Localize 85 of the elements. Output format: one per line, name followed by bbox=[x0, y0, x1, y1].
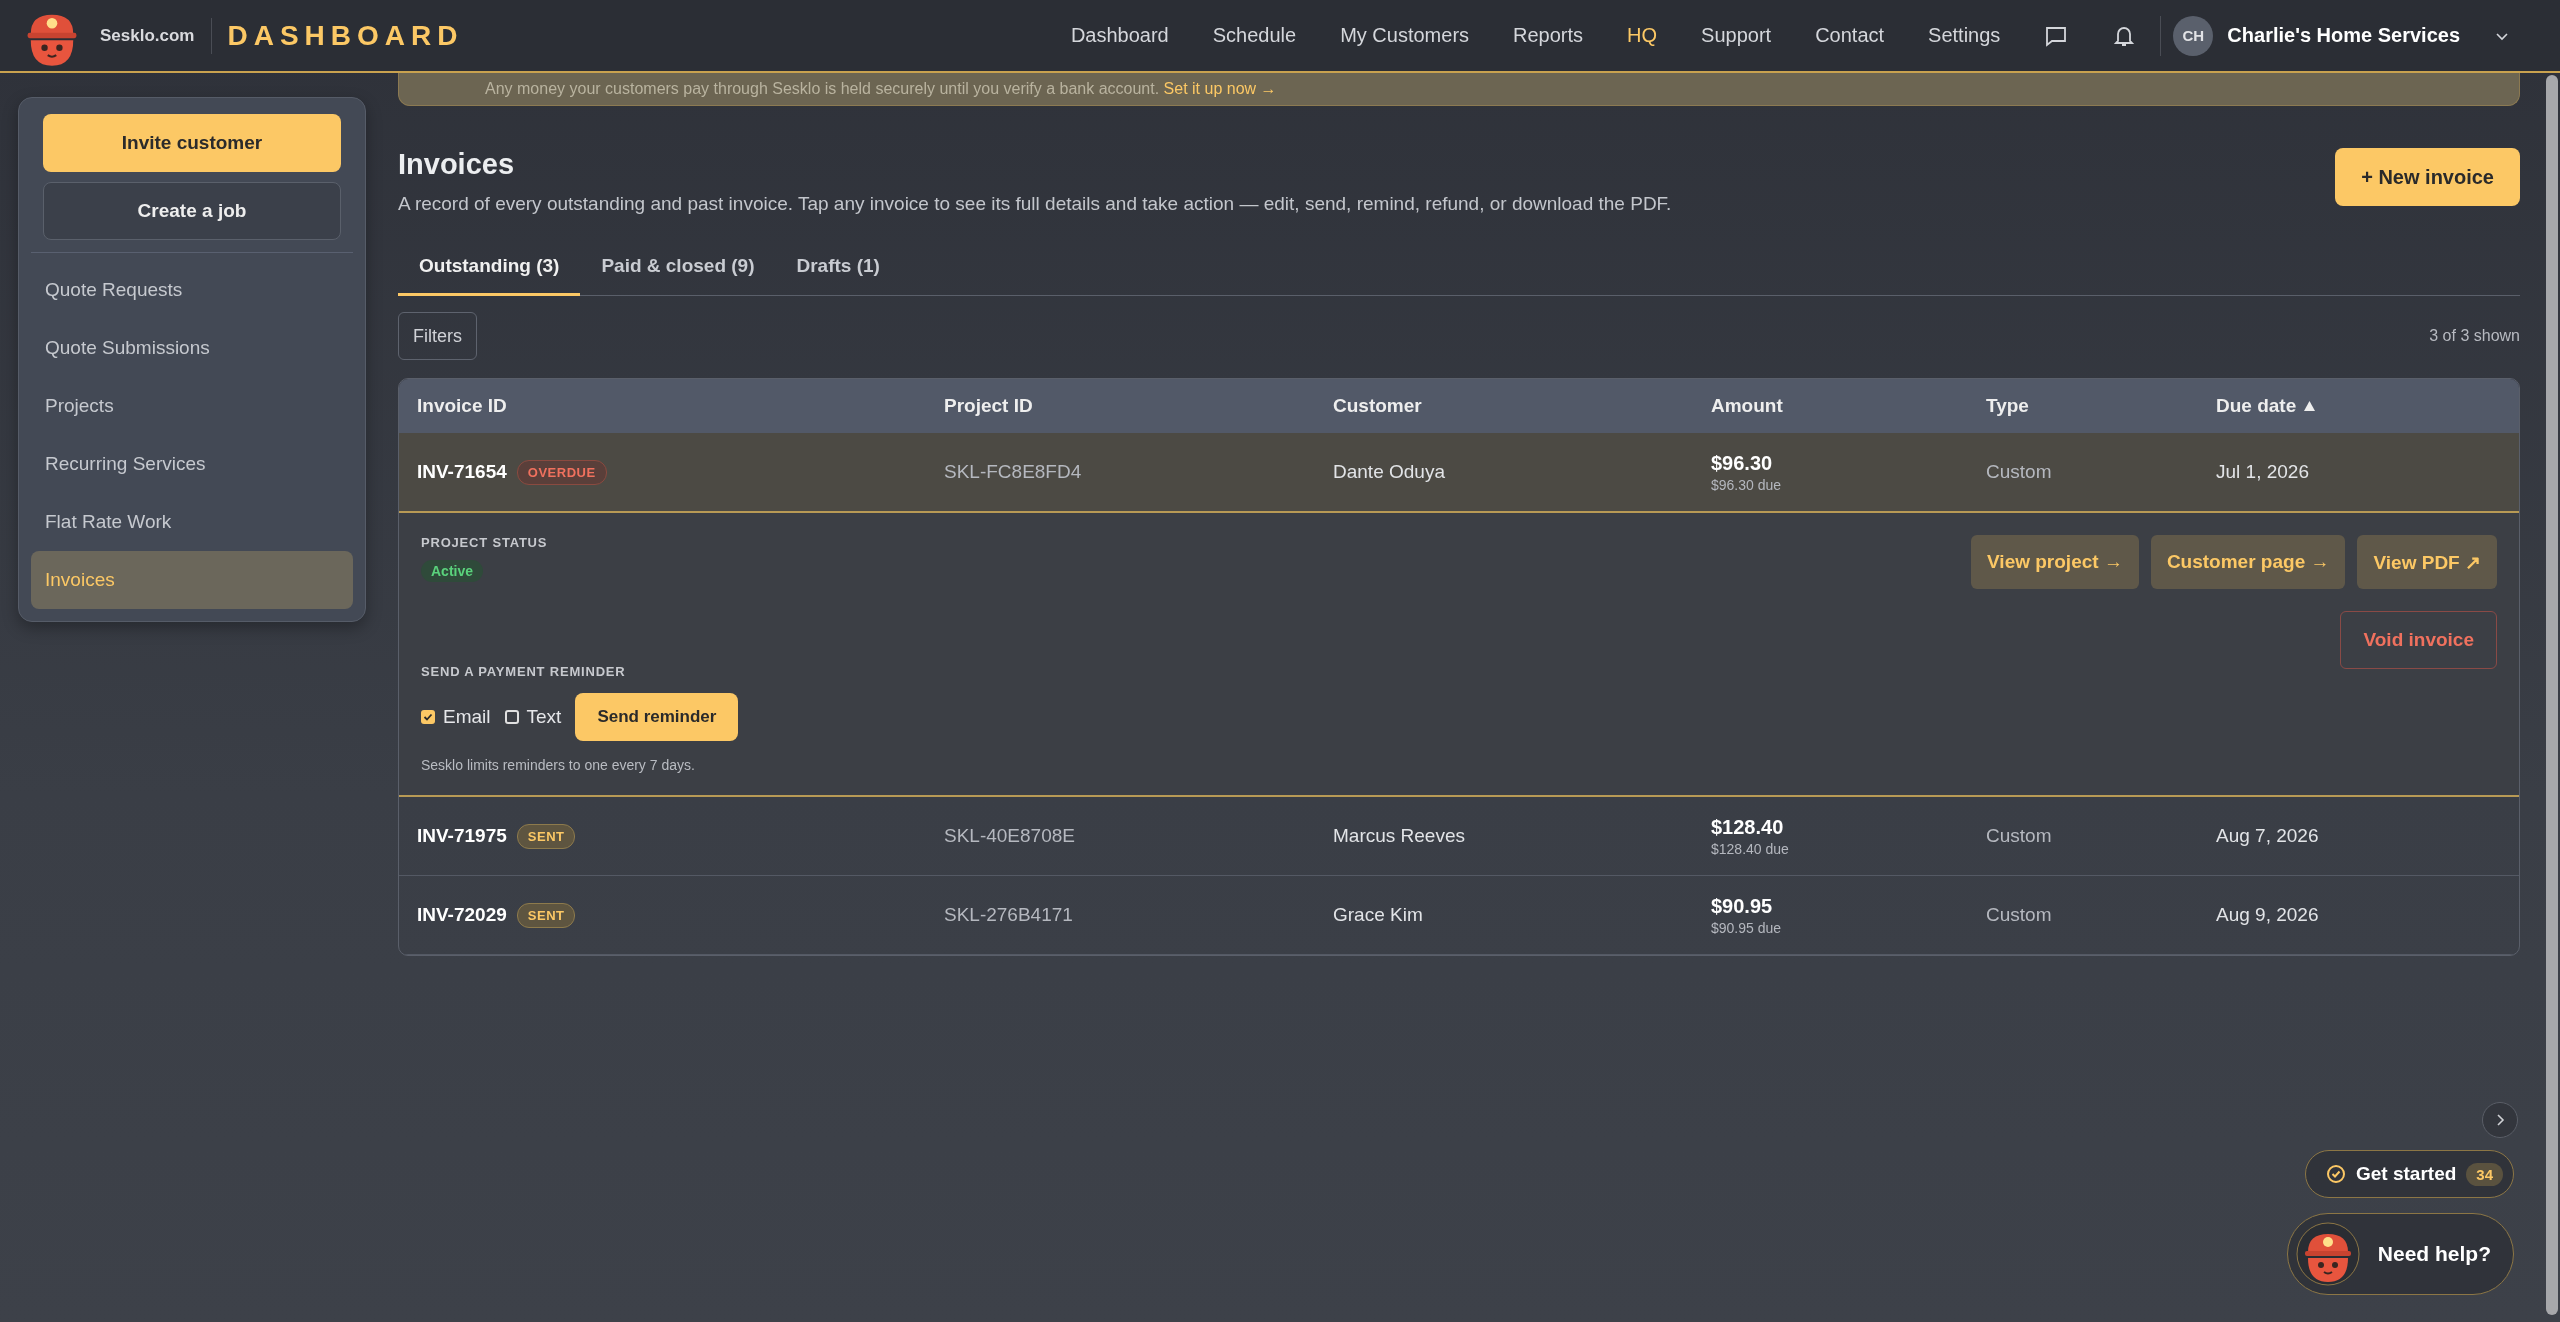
invoice-tab[interactable]: Drafts (1) bbox=[775, 255, 901, 296]
invoice-row[interactable]: INV-71654 OVERDUE SKL-FC8E8FD4 Dante Oduya $96.30 $96.30 due Custom Jul 1, 2026 bbox=[399, 433, 2519, 513]
amount-due: $96.30 due bbox=[1711, 476, 1783, 493]
invoice-id: INV-71975 bbox=[417, 825, 507, 847]
project-id: SKL-40E8708E bbox=[944, 825, 1075, 847]
nav-link[interactable]: Schedule bbox=[1212, 24, 1297, 47]
project-id: SKL-FC8E8FD4 bbox=[944, 461, 1082, 483]
detail-action-button[interactable]: Customer page → bbox=[2150, 535, 2346, 589]
sidebar-item[interactable]: Invoices bbox=[31, 551, 353, 609]
sidebar-item[interactable]: Flat Rate Work bbox=[31, 493, 353, 551]
sort-ascending-icon[interactable] bbox=[2304, 401, 2316, 411]
new-invoice-button[interactable]: + New invoice bbox=[2335, 148, 2520, 206]
due-date: Aug 7, 2026 bbox=[2216, 825, 2319, 847]
mascot-icon bbox=[2295, 1222, 2360, 1286]
nav-link[interactable]: Contact bbox=[1815, 24, 1885, 47]
nav-link[interactable]: Settings bbox=[1928, 24, 2001, 47]
account-name[interactable]: Charlie's Home Services bbox=[2227, 24, 2460, 47]
invoice-type: Custom bbox=[1986, 904, 2052, 926]
page-description: A record of every outstanding and past invoice. Tap any invoice to see its full details and take action — edit, send, remind, refund, or download the PDF. bbox=[398, 193, 1672, 215]
column-heading[interactable]: Amount bbox=[1711, 395, 1783, 417]
customer-name: Dante Oduya bbox=[1333, 461, 1445, 483]
checkbox[interactable] bbox=[421, 710, 435, 724]
nav-link[interactable]: Reports bbox=[1513, 24, 1584, 47]
invoice-row[interactable]: INV-71975 SENT SKL-40E8708E Marcus Reeves $128.40 $128.40 due Custom Aug 7, 2026 bbox=[399, 797, 2519, 876]
setup-link[interactable]: Set it up now → bbox=[1163, 80, 1277, 98]
amount-due: $90.95 due bbox=[1711, 919, 1783, 936]
filters-button[interactable]: Filters bbox=[398, 312, 477, 360]
section-label: SEND A PAYMENT REMINDER bbox=[421, 664, 627, 679]
invoice-tab[interactable]: Outstanding (3) bbox=[398, 255, 581, 296]
checkmark-icon bbox=[423, 712, 433, 722]
invoice-type: Custom bbox=[1986, 461, 2052, 483]
column-heading[interactable]: Customer bbox=[1333, 395, 1422, 417]
column-heading[interactable]: Invoice ID bbox=[417, 395, 507, 417]
scrollbar[interactable] bbox=[2546, 75, 2558, 1315]
invoice-amount: $90.95 bbox=[1711, 894, 1774, 918]
detail-action-button[interactable]: View PDF ↗ bbox=[2357, 535, 2497, 589]
column-heading[interactable]: Type bbox=[1986, 395, 2029, 417]
status-badge: SENT bbox=[516, 823, 576, 849]
get-started-button[interactable]: Get started 34 bbox=[2305, 1150, 2514, 1198]
due-date: Aug 9, 2026 bbox=[2216, 904, 2319, 926]
site-name[interactable]: Sesklo.com bbox=[100, 25, 195, 46]
shown-count: 3 of 3 shown bbox=[2429, 327, 2520, 345]
sidebar-item[interactable]: Quote Requests bbox=[31, 261, 353, 319]
amount-due: $128.40 due bbox=[1711, 840, 1790, 857]
invoice-id: INV-72029 bbox=[417, 904, 507, 926]
chevron-right-icon[interactable] bbox=[2482, 1102, 2518, 1138]
sidebar-item[interactable]: Recurring Services bbox=[31, 435, 353, 493]
invoice-type: Custom bbox=[1986, 825, 2052, 847]
sidebar-item[interactable]: Projects bbox=[31, 377, 353, 435]
nav-link[interactable]: Dashboard bbox=[1070, 24, 1169, 47]
customer-name: Marcus Reeves bbox=[1333, 825, 1465, 847]
invoice-amount: $128.40 bbox=[1711, 815, 1785, 839]
void-invoice-button[interactable]: Void invoice bbox=[2340, 611, 2497, 669]
sidebar-item[interactable]: Quote Submissions bbox=[31, 319, 353, 377]
customer-name: Grace Kim bbox=[1333, 904, 1423, 926]
detail-action-button[interactable]: View project → bbox=[1971, 535, 2139, 589]
status-badge: SENT bbox=[516, 902, 576, 928]
project-status-badge: Active bbox=[421, 560, 484, 582]
section-label: PROJECT STATUS bbox=[421, 535, 549, 550]
column-heading[interactable]: Due date bbox=[2216, 395, 2297, 417]
banner-text: Any money your customers pay through Sesklo is held securely until you verify a bank account. bbox=[485, 80, 1161, 98]
nav-link[interactable]: My Customers bbox=[1340, 24, 1470, 47]
check-circle-icon bbox=[2326, 1164, 2346, 1184]
status-badge: OVERDUE bbox=[516, 459, 607, 485]
checkbox-label[interactable]: Email bbox=[443, 706, 491, 728]
invoice-tab[interactable]: Paid & closed (9) bbox=[580, 255, 776, 296]
column-heading[interactable]: Project ID bbox=[944, 395, 1033, 417]
send-reminder-button[interactable]: Send reminder bbox=[575, 693, 739, 741]
reminder-note: Sesklo limits reminders to one every 7 days. bbox=[421, 757, 696, 773]
count-badge: 34 bbox=[2466, 1162, 2503, 1186]
help-button[interactable]: Need help? bbox=[2286, 1213, 2514, 1295]
checkbox-label[interactable]: Text bbox=[526, 706, 562, 728]
invoice-row[interactable]: INV-72029 SENT SKL-276B4171 Grace Kim $90.95 $90.95 due Custom Aug 9, 2026 bbox=[399, 876, 2519, 955]
account-avatar[interactable]: CH bbox=[2173, 15, 2214, 56]
dashboard-title: DASHBOARD bbox=[227, 19, 464, 52]
invoice-id: INV-71654 bbox=[417, 461, 507, 483]
nav-link[interactable]: HQ bbox=[1627, 24, 1658, 47]
project-id: SKL-276B4171 bbox=[944, 904, 1073, 926]
checkbox[interactable] bbox=[504, 710, 519, 724]
sidebar-action-button[interactable]: Invite customer bbox=[43, 114, 341, 172]
due-date: Jul 1, 2026 bbox=[2216, 461, 2309, 483]
sidebar-action-button[interactable]: Create a job bbox=[43, 182, 341, 240]
invoice-amount: $96.30 bbox=[1711, 451, 1774, 475]
nav-link[interactable]: Support bbox=[1701, 24, 1772, 47]
page-title: Invoices bbox=[398, 148, 516, 181]
